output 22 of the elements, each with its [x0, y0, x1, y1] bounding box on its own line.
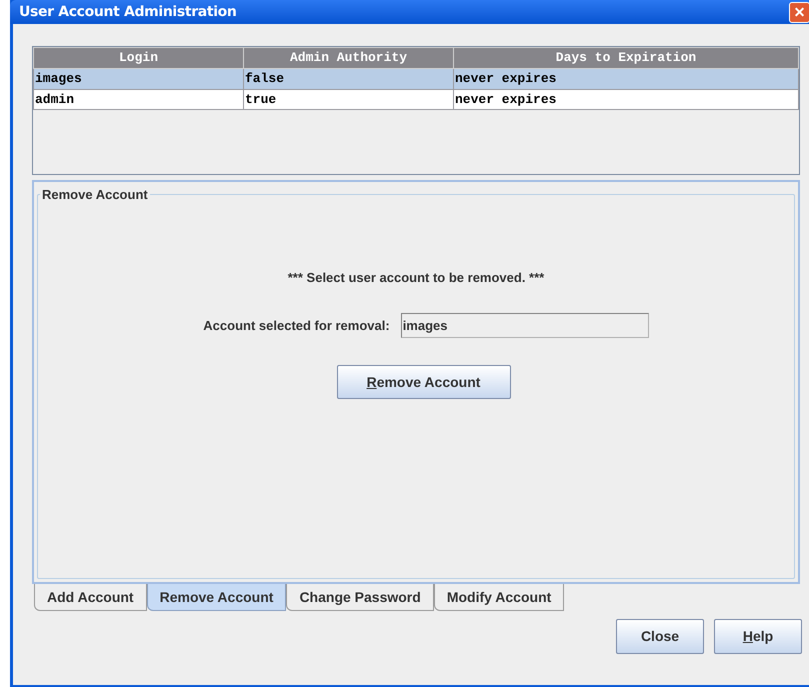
- window-title: User Account Administration: [19, 2, 237, 22]
- tab[interactable]: Modify Account: [434, 584, 564, 611]
- table-cell: images: [34, 68, 244, 89]
- instruction-text: *** Select user account to be removed. ***: [288, 268, 544, 286]
- column-header[interactable]: Login: [34, 48, 244, 68]
- account-field[interactable]: images: [400, 313, 649, 338]
- table-cell: admin: [34, 89, 244, 110]
- dialog-button[interactable]: Close: [616, 619, 704, 654]
- column-header[interactable]: Days to Expiration: [454, 48, 798, 68]
- column-header[interactable]: Admin Authority: [244, 48, 454, 68]
- table-cell: never expires: [454, 68, 798, 89]
- tab[interactable]: Add Account: [34, 584, 147, 611]
- close-button[interactable]: ×: [789, 2, 809, 22]
- table-cell: never expires: [454, 89, 798, 110]
- group-title: Remove Account: [41, 186, 149, 204]
- remove-account-button[interactable]: Remove Account: [336, 365, 510, 399]
- dialog-button[interactable]: Help: [714, 619, 802, 654]
- tab[interactable]: Remove Account: [146, 584, 286, 611]
- table-cell: false: [244, 68, 454, 89]
- field-label: Account selected for removal:: [203, 316, 390, 335]
- table-cell: true: [244, 89, 454, 110]
- tab[interactable]: Change Password: [286, 584, 434, 611]
